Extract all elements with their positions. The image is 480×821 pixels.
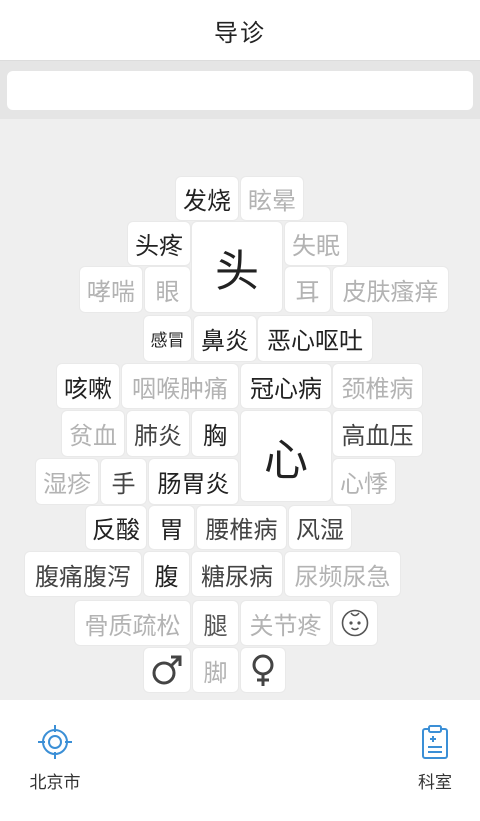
symptom-cervical-spondylosis[interactable]: 颈椎病 (333, 364, 422, 408)
body-part-eye[interactable]: 眼 (145, 267, 190, 312)
body-part-head[interactable]: 头 (192, 222, 282, 312)
female-toggle[interactable] (241, 648, 285, 692)
symptom-diabetes[interactable]: 糖尿病 (192, 552, 282, 596)
body-part-ear[interactable]: 耳 (285, 267, 330, 312)
symptom-cold[interactable]: 感冒 (144, 316, 191, 361)
body-part-hand[interactable]: 手 (101, 459, 146, 504)
body-part-chest[interactable]: 胸 (192, 411, 238, 456)
tab-department-label: 科室 (418, 773, 452, 793)
symptom-lumbar-disease[interactable]: 腰椎病 (197, 506, 286, 549)
symptom-asthma[interactable]: 哮喘 (80, 267, 142, 312)
symptom-insomnia[interactable]: 失眠 (285, 222, 347, 265)
symptom-hypertension[interactable]: 高血压 (333, 411, 422, 456)
symptom-eczema[interactable]: 湿疹 (36, 459, 98, 504)
tab-location-label: 北京市 (29, 773, 81, 793)
symptom-acid-reflux[interactable]: 反酸 (86, 506, 146, 549)
symptom-rhinitis[interactable]: 鼻炎 (194, 316, 256, 361)
symptom-nausea-vomiting[interactable]: 恶心呕吐 (258, 316, 372, 361)
male-icon (152, 655, 182, 685)
symptom-gastroenteritis[interactable]: 肠胃炎 (149, 459, 238, 504)
body-part-abdomen[interactable]: 腹 (144, 552, 189, 596)
symptom-osteoporosis[interactable]: 骨质疏松 (75, 601, 190, 645)
symptom-headache[interactable]: 头疼 (128, 222, 190, 265)
symptom-pneumonia[interactable]: 肺炎 (127, 411, 189, 456)
clipboard-icon (422, 725, 448, 759)
tab-department[interactable]: 科室 (405, 724, 465, 793)
search-input[interactable] (7, 71, 473, 110)
tab-location[interactable]: 北京市 (25, 724, 85, 793)
symptom-dizziness[interactable]: 眩晕 (241, 177, 303, 220)
female-icon (252, 654, 274, 686)
male-toggle[interactable] (144, 648, 190, 692)
search-bar (0, 61, 480, 119)
page-title: 导诊 (214, 18, 266, 47)
child-toggle[interactable] (333, 601, 377, 645)
symptom-joint-pain[interactable]: 关节疼 (241, 601, 330, 645)
location-target-icon (38, 725, 72, 759)
symptom-sore-throat[interactable]: 咽喉肿痛 (122, 364, 238, 408)
symptom-coronary-disease[interactable]: 冠心病 (241, 364, 331, 408)
bottom-tab-bar: 北京市 科室 (0, 700, 480, 821)
body-map: 发烧 眩晕 头疼 头 失眠 哮喘 眼 耳 皮肤瘙痒 感冒 鼻炎 恶心呕吐 咳嗽 … (0, 119, 480, 699)
symptom-rheumatism[interactable]: 风湿 (289, 506, 351, 549)
symptom-cough[interactable]: 咳嗽 (57, 364, 119, 408)
symptom-palpitation[interactable]: 心悸 (333, 459, 395, 504)
symptom-skin-itch[interactable]: 皮肤瘙痒 (333, 267, 448, 312)
baby-face-icon (341, 609, 369, 637)
nav-header: 导诊 (0, 0, 480, 61)
body-part-foot[interactable]: 脚 (193, 648, 238, 692)
symptom-abdominal-pain-diarrhea[interactable]: 腹痛腹泻 (25, 552, 141, 596)
body-part-heart[interactable]: 心 (241, 411, 331, 501)
symptom-frequent-urination[interactable]: 尿频尿急 (285, 552, 400, 596)
symptom-fever[interactable]: 发烧 (176, 177, 238, 220)
body-part-stomach[interactable]: 胃 (149, 506, 194, 549)
symptom-anemia[interactable]: 贫血 (62, 411, 124, 456)
body-part-leg[interactable]: 腿 (193, 601, 238, 645)
